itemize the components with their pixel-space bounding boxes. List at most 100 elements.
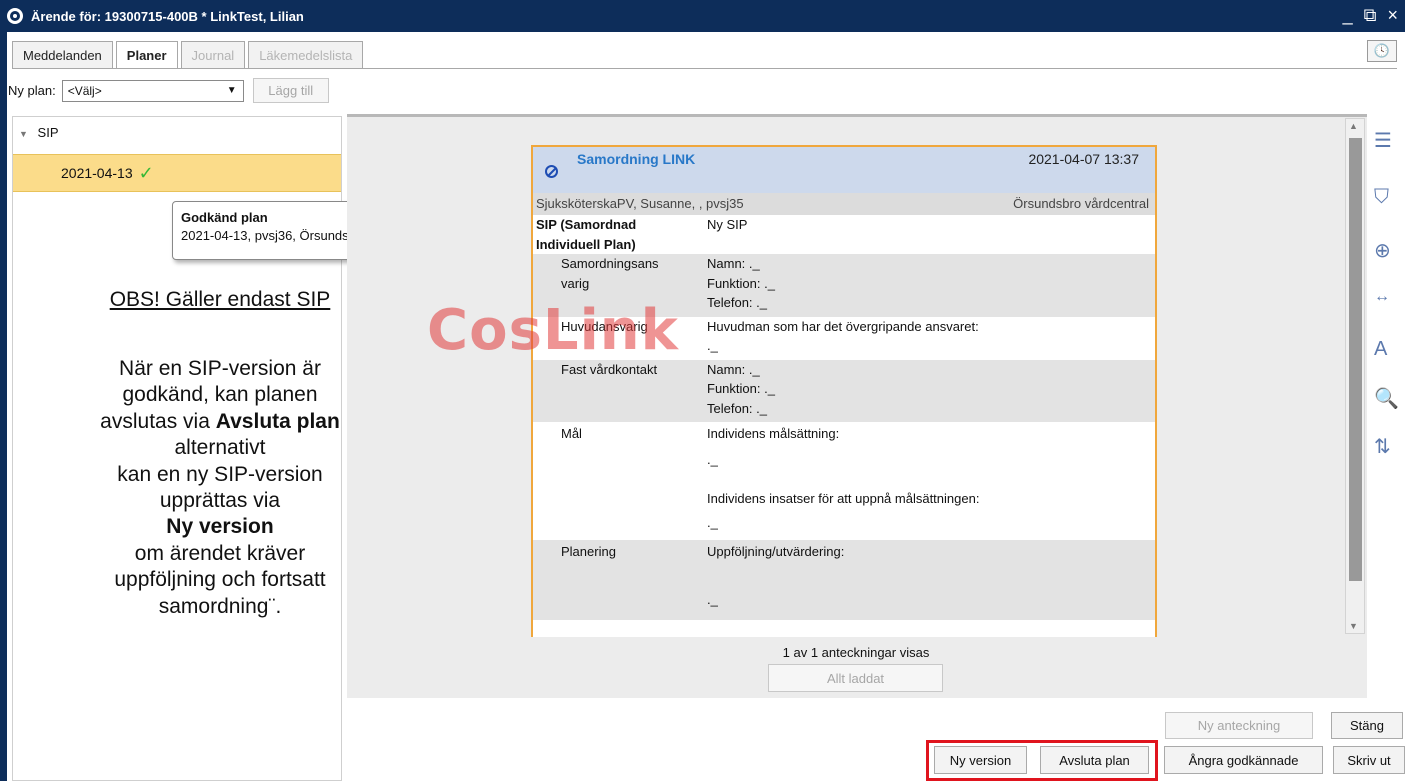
list-icon[interactable]: ☰ <box>1374 128 1392 153</box>
new-note-button[interactable]: Ny anteckning <box>1165 712 1313 739</box>
row-key-line: varig <box>561 275 590 291</box>
watermark-text: CosLink <box>427 298 679 363</box>
row-key-line: Mål <box>561 426 582 441</box>
note-subheader: SjuksköterskaPV, Susanne, , pvsj35 Örsun… <box>533 193 1155 215</box>
note-author: SjuksköterskaPV, Susanne, , pvsj35 <box>536 196 744 211</box>
annotation-line: alternativt <box>174 436 266 460</box>
annotation-line: uppföljning och fortsatt <box>114 568 326 592</box>
window-title: Ärende för: 19300715-400B * LinkTest, Li… <box>31 8 304 24</box>
row-value-line: Huvudman som har det övergripande ansvar… <box>707 318 979 334</box>
row-value-line: Individens målsättning: <box>707 426 840 441</box>
row-value: Ny SIP <box>707 215 1155 254</box>
check-icon: ✓ <box>138 162 154 183</box>
note-title: Samordning LINK <box>577 151 696 167</box>
tree-root-sip[interactable]: ▼ SIP <box>19 125 59 140</box>
scroll-up-icon[interactable]: ▲ <box>1349 121 1358 131</box>
scrollbar-thumb[interactable] <box>1349 138 1362 581</box>
annotation-text: När en SIP-version är godkänd, kan plane… <box>40 356 400 620</box>
collapse-icon[interactable]: ⊕ <box>1374 238 1391 263</box>
annotation-line: Ny version <box>166 515 274 539</box>
row-key-line: SIP (Samordnad <box>536 217 637 232</box>
filter-icon[interactable]: ⛉ <box>1374 186 1389 209</box>
viewer-scrollbar[interactable]: ▲ ▼ <box>1345 118 1365 634</box>
new-plan-bar: Ny plan: <Välj> ▼ Lägg till <box>8 78 329 103</box>
row-key: SIP (Samordnad Individuell Plan) <box>533 215 707 254</box>
tab-planer[interactable]: Planer <box>115 41 178 69</box>
annotation-heading: OBS! Gäller endast SIP <box>109 288 331 311</box>
search-document-icon[interactable]: 🔍 <box>1374 386 1399 411</box>
row-value-line: Namn: ._ <box>707 256 760 271</box>
all-loaded-button[interactable]: Allt laddat <box>768 664 943 692</box>
row-value-line: ._ <box>707 451 718 467</box>
annotation-line: godkänd, kan planen <box>122 383 318 407</box>
side-toolbar: ☰ ⛉ ⊕ ↔ A 🔍 ⇅ <box>1368 118 1405 478</box>
note-date: 2021-04-07 13:37 <box>1028 151 1139 167</box>
annotation-line-part: avslutas via <box>100 409 216 433</box>
tab-meddelanden[interactable]: Meddelanden <box>12 41 113 68</box>
note-row: Mål Individens målsättning: ._ Individen… <box>533 422 1155 540</box>
expand-icon[interactable]: ▼ <box>19 129 28 139</box>
clock-icon: 🕓 <box>1373 43 1391 58</box>
app-icon <box>7 8 23 24</box>
note-row: SIP (Samordnad Individuell Plan) Ny SIP <box>533 215 1155 254</box>
sort-icon[interactable]: ⇅ <box>1374 434 1391 459</box>
row-value-line: Telefon: ._ <box>707 295 767 310</box>
print-button[interactable]: Skriv ut <box>1333 746 1405 774</box>
row-value: Huvudman som har det övergripande ansvar… <box>707 317 1155 356</box>
history-button[interactable]: 🕓 <box>1367 40 1397 62</box>
tab-lakemedelslista: Läkemedelslista <box>248 41 364 68</box>
row-value-line: Individens insatser för att uppnå målsät… <box>707 491 980 506</box>
note-card[interactable]: Samordning LINK 2021-04-07 13:37 Sjukskö… <box>531 145 1157 637</box>
row-value-line: Telefon: ._ <box>707 400 767 416</box>
expand-width-icon[interactable]: ↔ <box>1374 288 1390 306</box>
row-value-line: Funktion: ._ <box>707 275 775 291</box>
row-value: Namn: ._ Funktion: ._ Telefon: ._ <box>707 254 1155 313</box>
row-value-line: Ny SIP <box>707 217 748 232</box>
close-button[interactable]: Stäng <box>1331 712 1403 739</box>
window-left-border <box>0 32 7 781</box>
note-row: Planering Uppföljning/utvärdering: ._ <box>533 540 1155 620</box>
add-plan-button[interactable]: Lägg till <box>252 78 329 103</box>
note-header: Samordning LINK 2021-04-07 13:37 <box>533 147 1155 193</box>
annotation-line: kan en ny SIP-version <box>117 462 323 486</box>
row-key: Fast vårdkontakt <box>533 360 707 419</box>
plan-type-select[interactable]: <Välj> ▼ <box>61 79 244 102</box>
row-value: Namn: ._ Funktion: ._ Telefon: ._ <box>707 360 1155 419</box>
row-value: Individens målsättning: ._ Individens in… <box>707 424 1155 532</box>
tree-root-label: SIP <box>37 125 59 140</box>
annotation-line: upprättas via <box>159 489 281 513</box>
tab-journal: Journal <box>180 41 246 68</box>
notes-count-status: 1 av 1 anteckningar visas <box>782 645 930 660</box>
row-key-line: Samordningsans <box>561 256 659 271</box>
row-value-line: Namn: ._ <box>707 361 760 377</box>
annotation-line-emph: Avsluta plan <box>215 409 340 433</box>
row-value-line: ._ <box>707 338 718 353</box>
row-value: Uppföljning/utvärdering: ._ <box>707 542 1155 620</box>
window-controls[interactable]: _ ⧉ × <box>1343 5 1401 26</box>
plan-date: 2021-04-13 <box>61 165 133 181</box>
title-bar: Ärende för: 19300715-400B * LinkTest, Li… <box>0 0 1405 32</box>
annotation-line: När en SIP-version är <box>119 357 321 380</box>
row-value-line: ._ <box>707 514 718 530</box>
font-size-icon[interactable]: A <box>1374 338 1387 361</box>
tree-item-plan[interactable]: 2021-04-13 ✓ <box>13 154 341 192</box>
row-key: Planering <box>533 542 707 620</box>
note-row: Fast vårdkontakt Namn: ._ Funktion: ._ Tel… <box>533 359 1155 422</box>
new-plan-label: Ny plan: <box>8 83 56 98</box>
tab-divider <box>12 68 1397 69</box>
annotation-line: samordning¨. <box>158 594 282 618</box>
highlight-frame <box>926 740 1158 781</box>
undo-approval-button[interactable]: Ångra godkännade <box>1164 746 1323 774</box>
row-key-line: Individuell Plan) <box>536 236 636 252</box>
no-entry-icon <box>545 165 558 178</box>
row-key: Mål <box>533 424 707 532</box>
row-key-line: Planering <box>561 544 616 559</box>
dropdown-arrow-icon: ▼ <box>226 84 237 96</box>
note-unit: Örsundsbro vårdcentral <box>1013 196 1149 211</box>
scroll-down-icon[interactable]: ▼ <box>1349 621 1358 631</box>
row-value-line: ._ <box>707 591 718 607</box>
row-value-line: Uppföljning/utvärdering: <box>707 544 845 559</box>
annotation-line: avslutas via Avsluta plan <box>40 409 400 435</box>
annotation-line: om ärendet kräver <box>134 541 306 565</box>
row-value-line: Funktion: ._ <box>707 381 775 396</box>
